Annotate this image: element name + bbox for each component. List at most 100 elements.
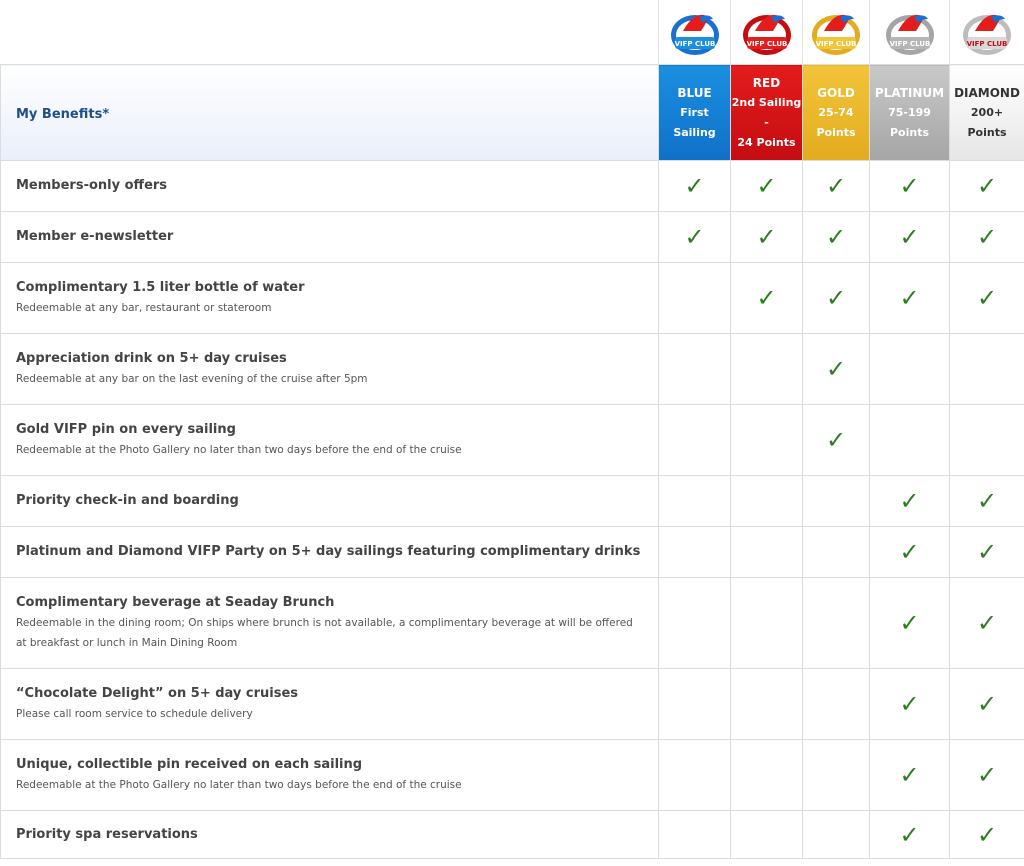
checkmark-icon: ✓ xyxy=(825,355,847,383)
benefit-cell: Members-only offers xyxy=(0,160,659,212)
tier-check-cell xyxy=(869,404,950,476)
benefit-title: Complimentary 1.5 liter bottle of water xyxy=(16,279,305,295)
tier-requirement: 24 Points xyxy=(737,135,796,149)
vifp-club-logo-icon: VIFP CLUB xyxy=(885,14,934,55)
logo-text: VIFP CLUB xyxy=(816,40,857,48)
tier-requirement: 75-199 xyxy=(888,105,931,119)
table-row: Member e-newsletter ✓ ✓ ✓ ✓ ✓ xyxy=(0,211,1024,263)
checkmark-icon: ✓ xyxy=(976,761,998,789)
benefit-title: Unique, collectible pin received on each… xyxy=(16,756,363,772)
tier-check-cell: ✓ xyxy=(949,211,1024,263)
table-row: Gold VIFP pin on every sailing Redeemable… xyxy=(0,404,1024,476)
checkmark-icon: ✓ xyxy=(976,538,998,566)
tier-check-cell xyxy=(802,475,870,527)
tier-name: GOLD xyxy=(817,85,855,100)
benefit-cell: Gold VIFP pin on every sailing Redeemable… xyxy=(0,404,659,476)
benefit-subtitle: Redeemable at any bar on the last evenin… xyxy=(16,372,368,385)
table-row: Priority check-in and boarding ✓ ✓ xyxy=(0,475,1024,527)
benefit-cell: Unique, collectible pin received on each… xyxy=(0,739,659,811)
tier-check-cell: ✓ xyxy=(949,160,1024,212)
benefit-cell: Appreciation drink on 5+ day cruises Rede… xyxy=(0,333,659,405)
checkmark-icon: ✓ xyxy=(684,172,705,200)
tier-check-cell: ✓ xyxy=(802,160,870,212)
benefit-cell: Priority spa reservations xyxy=(0,810,659,859)
tier-check-cell xyxy=(658,262,731,334)
tier-check-cell: ✓ xyxy=(869,526,950,578)
tier-requirement: Points xyxy=(889,125,930,139)
tier-check-cell: ✓ xyxy=(869,262,950,334)
checkmark-icon: ✓ xyxy=(976,820,998,849)
tier-check-cell: ✓ xyxy=(658,160,731,212)
checkmark-icon: ✓ xyxy=(976,690,998,718)
tier-check-cell: ✓ xyxy=(949,526,1024,578)
tier-header-gold: GOLD 25-74 Points xyxy=(802,64,870,161)
vifp-club-logo-icon: VIFP CLUB xyxy=(812,14,860,55)
benefit-subtitle: Please call room service to schedule del… xyxy=(16,707,253,720)
checkmark-icon: ✓ xyxy=(756,223,777,251)
tier-check-cell: ✓ xyxy=(949,810,1024,859)
tier-check-cell xyxy=(730,475,803,527)
logo-blue: VIFP CLUB xyxy=(658,0,730,64)
checkmark-icon: ✓ xyxy=(899,690,920,718)
tier-requirement: Sailing xyxy=(673,125,716,139)
checkmark-icon: ✓ xyxy=(899,820,920,849)
checkmark-icon: ✓ xyxy=(899,609,920,637)
table-row: Platinum and Diamond VIFP Party on 5+ da… xyxy=(0,526,1024,578)
tier-check-cell xyxy=(949,333,1024,405)
checkmark-icon: ✓ xyxy=(899,284,920,312)
checkmark-icon: ✓ xyxy=(684,223,705,251)
tier-check-cell xyxy=(730,668,803,740)
logo-text: VIFP CLUB xyxy=(674,40,715,48)
tier-check-cell: ✓ xyxy=(730,262,803,334)
table-row: Members-only offers ✓ ✓ ✓ ✓ ✓ xyxy=(0,160,1024,212)
logo-diamond: VIFP CLUB xyxy=(949,0,1024,64)
tier-check-cell: ✓ xyxy=(869,810,950,859)
checkmark-icon: ✓ xyxy=(976,223,998,251)
logo-gold: VIFP CLUB xyxy=(802,0,869,64)
tier-check-cell xyxy=(730,404,803,476)
checkmark-icon: ✓ xyxy=(825,284,847,312)
tier-check-cell xyxy=(658,475,731,527)
tier-header-platinum: PLATINUM 75-199 Points xyxy=(869,64,950,161)
checkmark-icon: ✓ xyxy=(756,284,777,312)
tier-check-cell: ✓ xyxy=(869,211,950,263)
tier-check-cell: ✓ xyxy=(869,668,950,740)
benefit-subtitle: Redeemable in the dining room; On ships … xyxy=(16,616,633,649)
checkmark-icon: ✓ xyxy=(976,609,998,637)
benefit-cell: Complimentary 1.5 liter bottle of water R… xyxy=(0,262,659,334)
checkmark-icon: ✓ xyxy=(899,487,920,515)
tier-header-blue: BLUE First Sailing xyxy=(658,64,731,161)
checkmark-icon: ✓ xyxy=(899,538,920,566)
table-row: Appreciation drink on 5+ day cruises Rede… xyxy=(0,333,1024,405)
benefit-title: Priority check-in and boarding xyxy=(16,493,239,508)
tier-check-cell xyxy=(658,404,731,476)
tier-header-diamond: DIAMOND 200+ Points xyxy=(949,64,1024,161)
tier-name: BLUE xyxy=(677,85,712,100)
checkmark-icon: ✓ xyxy=(976,284,998,312)
benefit-cell: Priority check-in and boarding xyxy=(0,475,659,527)
tier-requirement: 2nd Sailing xyxy=(731,95,802,109)
table-row: Complimentary beverage at Seaday Brunch R… xyxy=(0,577,1024,669)
tier-check-cell xyxy=(730,739,803,811)
tier-check-cell: ✓ xyxy=(730,211,803,263)
tier-check-cell: ✓ xyxy=(949,262,1024,334)
benefits-chart: VIFP CLUB VIFP CLUB VIFP CLUB VIFP CLUB … xyxy=(0,0,1024,866)
tier-check-cell xyxy=(658,739,731,811)
tier-check-cell xyxy=(802,577,870,669)
benefits-table: My Benefits* BLUE First Sailing RED 2nd … xyxy=(0,64,1024,859)
tier-requirement: 200+ Points xyxy=(967,105,1007,139)
vifp-club-logo-icon: VIFP CLUB xyxy=(742,14,791,55)
benefits-header-label: My Benefits* xyxy=(16,107,110,122)
tier-check-cell xyxy=(730,577,803,669)
tier-check-cell: ✓ xyxy=(949,475,1024,527)
tier-check-cell xyxy=(802,810,870,859)
tier-check-cell xyxy=(802,526,870,578)
table-row: “Chocolate Delight” on 5+ day cruises Ple… xyxy=(0,668,1024,740)
tier-check-cell: ✓ xyxy=(658,211,731,263)
tier-name: RED xyxy=(752,75,781,90)
benefits-header-cell: My Benefits* xyxy=(0,64,659,161)
benefit-title: Member e-newsletter xyxy=(16,229,174,244)
vifp-club-logo-icon: VIFP CLUB xyxy=(670,14,719,55)
tier-name: PLATINUM xyxy=(874,85,945,100)
benefit-title: Complimentary beverage at Seaday Brunch xyxy=(16,594,335,610)
